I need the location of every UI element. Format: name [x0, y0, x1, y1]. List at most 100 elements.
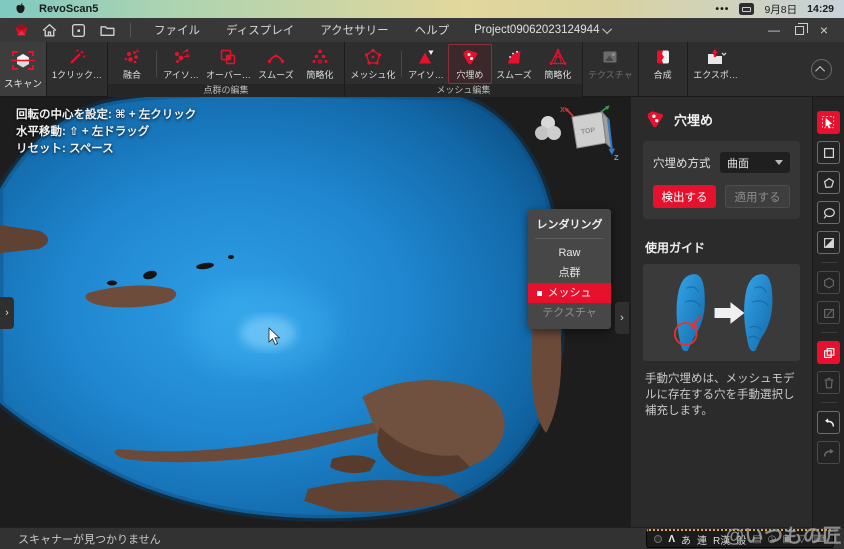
- ime-mode-hiragana[interactable]: あ: [681, 532, 691, 547]
- simplify-mesh-label: 簡略化: [544, 68, 571, 81]
- nav-axis-x-label: X: [560, 105, 565, 114]
- select-tool-button[interactable]: [817, 111, 840, 134]
- apple-logo-icon[interactable]: [14, 2, 27, 16]
- ime-mode-roman-kanji[interactable]: R漢: [713, 532, 730, 547]
- duplicate-selection-button[interactable]: [817, 341, 840, 364]
- strip-divider: [821, 262, 837, 263]
- toolbar-collapse-button[interactable]: [811, 59, 832, 80]
- meshify-label: メッシュ化: [350, 68, 395, 81]
- ime-clock-icon[interactable]: ◷: [768, 534, 777, 545]
- meshify-button[interactable]: メッシュ化: [347, 44, 399, 84]
- group-label-pointcloud: 点群の編集: [108, 84, 344, 97]
- rect-select-button[interactable]: [817, 141, 840, 164]
- render-panel-divider: [535, 238, 604, 239]
- ime-mode-general[interactable]: 般: [736, 532, 746, 547]
- simplify-mesh-icon: [549, 48, 567, 66]
- home-button[interactable]: [41, 22, 58, 39]
- hole-fill-label: 穴埋め: [456, 68, 483, 81]
- lasso-select-button[interactable]: [817, 201, 840, 224]
- undo-button[interactable]: [817, 411, 840, 434]
- toolbar-group-export: エクスポ…: [688, 42, 744, 96]
- ime-menu-icon[interactable]: [654, 535, 662, 543]
- redo-button[interactable]: [817, 441, 840, 464]
- open-project-button[interactable]: [99, 22, 116, 39]
- simplify-mesh-button[interactable]: 簡略化: [536, 44, 580, 84]
- right-panel-handle[interactable]: ›: [615, 302, 629, 334]
- project-name: Project09062023124944: [474, 24, 599, 36]
- isolation-mesh-label: アイソ…: [408, 68, 444, 81]
- invert-select-button[interactable]: [817, 231, 840, 254]
- navigation-cube[interactable]: TOP X Z: [556, 103, 620, 165]
- polygon-select-button[interactable]: [817, 171, 840, 194]
- hole-fill-icon: [645, 109, 665, 129]
- overlap-button[interactable]: オーバー…: [203, 44, 254, 84]
- one-click-button[interactable]: 1クリック…: [49, 44, 105, 84]
- ime-window-icon[interactable]: ▣: [782, 534, 791, 545]
- hint-pan: 水平移動: ⇧ + 左ドラッグ: [16, 124, 196, 141]
- ime-pad-icon[interactable]: ▤: [752, 534, 761, 545]
- edit-tool-button[interactable]: [817, 301, 840, 324]
- menu-help[interactable]: ヘルプ: [402, 22, 463, 38]
- simplify-pc-label: 簡略化: [306, 68, 333, 81]
- left-panel-handle[interactable]: ›: [0, 297, 14, 329]
- menu-accessory[interactable]: アクセサリー: [307, 22, 401, 38]
- toolbar-separator: [156, 51, 157, 77]
- input-menu-icon[interactable]: [739, 3, 754, 15]
- export-icon: [705, 48, 727, 66]
- render-item-mesh[interactable]: メッシュ: [528, 283, 611, 303]
- macos-menubar: RevoScan5 ••• 9月8日 14:29: [0, 0, 844, 18]
- texture-button[interactable]: テクスチャ: [585, 44, 636, 84]
- new-project-button[interactable]: [70, 22, 87, 39]
- isolation-mesh-button[interactable]: アイソ…: [404, 44, 448, 84]
- panel-title: 穴埋め: [674, 110, 713, 129]
- home-icon: [41, 22, 58, 39]
- menubar-overflow-icon[interactable]: •••: [715, 3, 729, 15]
- menu-display[interactable]: ディスプレイ: [213, 22, 307, 38]
- render-item-pointcloud[interactable]: 点群: [528, 263, 611, 283]
- simplify-pc-button[interactable]: 簡略化: [298, 44, 342, 84]
- viewport-hints: 回転の中心を設定: ⌘ + 左クリック 水平移動: ⇧ + 左ドラッグ リセット…: [16, 107, 196, 158]
- invert-selection-icon: [822, 236, 836, 250]
- ime-palette[interactable]: Λ あ 連 R漢 般 ▤ ◷ ▣ ▽ ⌨: [646, 529, 834, 548]
- meshify-icon: [364, 48, 382, 66]
- minimize-button[interactable]: —: [766, 22, 782, 38]
- overlap-icon: [219, 48, 237, 66]
- menubar-app-name[interactable]: RevoScan5: [39, 3, 98, 15]
- smooth-pc-button[interactable]: スムーズ: [254, 44, 298, 84]
- render-item-raw[interactable]: Raw: [528, 243, 611, 263]
- new-project-icon: [70, 22, 87, 39]
- hole-fill-settings-box: 穴埋め方式 曲面 検出する 適用する: [643, 141, 800, 219]
- region-tool-button[interactable]: [817, 271, 840, 294]
- method-value: 曲面: [727, 155, 749, 171]
- render-item-texture[interactable]: テクスチャ: [528, 303, 611, 323]
- smooth-mesh-button[interactable]: スムーズ: [492, 44, 536, 84]
- menu-file[interactable]: ファイル: [141, 22, 213, 38]
- merge-icon: [654, 48, 672, 66]
- fusion-button[interactable]: 融合: [110, 44, 154, 84]
- app-titlebar: ファイル ディスプレイ アクセサリー ヘルプ Project0906202312…: [0, 18, 844, 42]
- scan-button[interactable]: スキャン: [0, 42, 47, 96]
- fusion-label: 融合: [123, 68, 141, 81]
- scanner-status-message: スキャナーが見つかりません: [18, 531, 161, 547]
- project-dropdown[interactable]: Project09062023124944: [474, 24, 612, 36]
- hole-fill-icon: [461, 48, 479, 66]
- apply-button[interactable]: 適用する: [725, 185, 790, 208]
- detect-button[interactable]: 検出する: [653, 185, 716, 208]
- isolation-pc-button[interactable]: アイソ…: [159, 44, 203, 84]
- ime-mode-renbunsetsu[interactable]: 連: [697, 532, 707, 547]
- isolation-mesh-icon: [417, 48, 435, 66]
- guide-image: [643, 266, 800, 359]
- maximize-button[interactable]: [791, 22, 807, 38]
- method-dropdown[interactable]: 曲面: [720, 152, 790, 173]
- delete-selection-button[interactable]: [817, 371, 840, 394]
- viewport-3d[interactable]: 回転の中心を設定: ⌘ + 左クリック 水平移動: ⇧ + 左ドラッグ リセット…: [0, 97, 630, 527]
- toolbar-group-oneclick: 1クリック…: [47, 42, 108, 96]
- close-button[interactable]: ×: [816, 22, 832, 38]
- ime-keyboard-icon[interactable]: ⌨: [812, 534, 826, 545]
- hexagon-icon: [822, 276, 836, 290]
- polygon-select-icon: [822, 176, 836, 190]
- export-button[interactable]: エクスポ…: [690, 44, 742, 84]
- merge-button[interactable]: 合成: [641, 44, 685, 84]
- ime-options-icon[interactable]: ▽: [798, 534, 806, 545]
- hole-fill-button[interactable]: 穴埋め: [448, 44, 492, 84]
